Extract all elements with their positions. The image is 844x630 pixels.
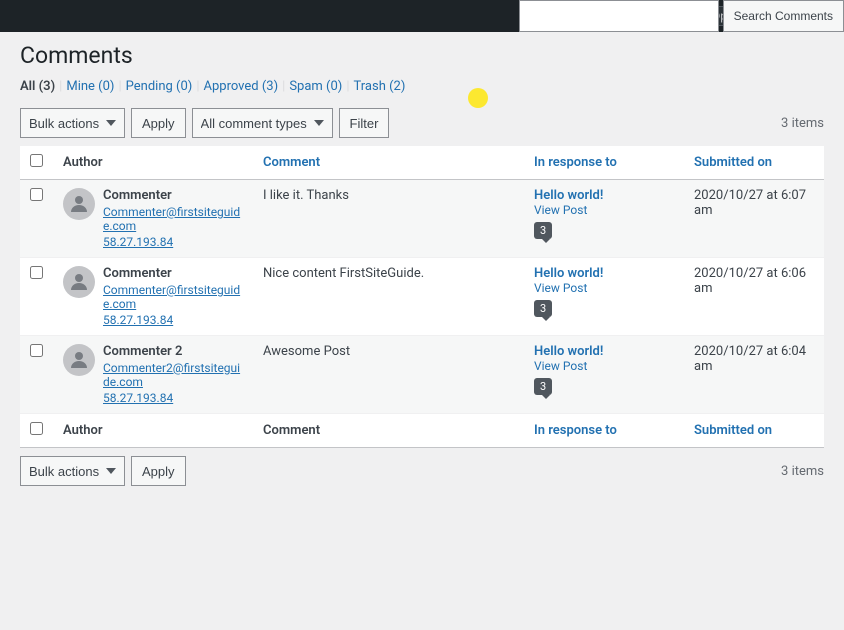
main-content: Comments Search Comments All (3) | Mine … xyxy=(0,32,844,506)
response-info: Hello world! View Post 3 xyxy=(534,188,674,239)
wp-admin: Screen Options ▾ Help ▾ Comments Search … xyxy=(0,0,844,630)
response-column-header[interactable]: In response to xyxy=(524,146,684,180)
user-icon xyxy=(67,270,91,294)
avatar xyxy=(63,188,95,220)
bulk-actions-select-top[interactable]: Bulk actions xyxy=(20,108,125,138)
avatar xyxy=(63,344,95,376)
avatar xyxy=(63,266,95,298)
view-post-link[interactable]: View Post xyxy=(534,359,587,373)
author-ip[interactable]: 58.27.193.84 xyxy=(103,391,243,405)
submitted-date: 2020/10/27 at 6:04 am xyxy=(694,344,806,374)
items-count-bottom: 3 items xyxy=(781,464,824,479)
user-icon xyxy=(67,192,91,216)
table-row: Commenter Commenter@firstsiteguide.com 5… xyxy=(20,258,824,336)
filter-links: All (3) | Mine (0) | Pending (0) | Appro… xyxy=(20,79,824,94)
row-checkbox-cell xyxy=(20,336,53,414)
table-row: Commenter Commenter@firstsiteguide.com 5… xyxy=(20,180,824,258)
row-checkbox-cell xyxy=(20,180,53,258)
bottom-toolbar: Bulk actions Apply 3 items xyxy=(20,456,824,486)
filter-button[interactable]: Filter xyxy=(339,108,390,138)
author-info: Commenter 2 Commenter2@firstsiteguide.co… xyxy=(103,344,243,405)
top-toolbar: Bulk actions Apply All comment types Fil… xyxy=(20,108,824,138)
submitted-date: 2020/10/27 at 6:07 am xyxy=(694,188,806,218)
row-checkbox[interactable] xyxy=(30,188,43,201)
submitted-date: 2020/10/27 at 6:06 am xyxy=(694,266,806,296)
response-cell: Hello world! View Post 3 xyxy=(524,336,684,414)
apply-button-top[interactable]: Apply xyxy=(131,108,186,138)
comment-text: Awesome Post xyxy=(263,340,350,359)
response-title-link[interactable]: Hello world! xyxy=(534,266,603,281)
author-info: Commenter Commenter@firstsiteguide.com 5… xyxy=(103,266,243,327)
author-email[interactable]: Commenter@firstsiteguide.com xyxy=(103,283,243,311)
response-cell: Hello world! View Post 3 xyxy=(524,180,684,258)
response-footer: In response to xyxy=(524,414,684,448)
items-count-top: 3 items xyxy=(781,116,824,131)
search-comments-button[interactable]: Search Comments xyxy=(723,0,844,32)
filter-mine[interactable]: Mine (0) xyxy=(66,79,114,94)
view-post-link[interactable]: View Post xyxy=(534,203,587,217)
response-title-link[interactable]: Hello world! xyxy=(534,344,603,359)
author-name: Commenter xyxy=(103,188,243,203)
view-post-link[interactable]: View Post xyxy=(534,281,587,295)
response-title-link[interactable]: Hello world! xyxy=(534,188,603,203)
search-area: Search Comments xyxy=(519,0,844,32)
filter-trash[interactable]: Trash (2) xyxy=(354,79,406,94)
comment-count-badge: 3 xyxy=(534,300,552,317)
page-title: Comments xyxy=(20,42,133,69)
select-all-checkbox-footer[interactable] xyxy=(30,422,43,435)
comment-cell: I like it. Thanks xyxy=(253,180,524,258)
row-checkbox[interactable] xyxy=(30,344,43,357)
author-ip[interactable]: 58.27.193.84 xyxy=(103,235,243,249)
select-all-header[interactable] xyxy=(20,146,53,180)
submitted-column-header[interactable]: Submitted on xyxy=(684,146,824,180)
bulk-actions-select-bottom[interactable]: Bulk actions xyxy=(20,456,125,486)
table-header-row: Author Comment In response to Submitted … xyxy=(20,146,824,180)
comment-footer: Comment xyxy=(253,414,524,448)
response-cell: Hello world! View Post 3 xyxy=(524,258,684,336)
author-email[interactable]: Commenter2@firstsiteguide.com xyxy=(103,361,243,389)
row-checkbox[interactable] xyxy=(30,266,43,279)
comment-cell: Awesome Post xyxy=(253,336,524,414)
comment-count-badge: 3 xyxy=(534,378,552,395)
comment-text: Nice content FirstSiteGuide. xyxy=(263,262,424,281)
comment-text: I like it. Thanks xyxy=(263,184,349,203)
search-input[interactable] xyxy=(519,0,719,32)
author-cell: Commenter 2 Commenter2@firstsiteguide.co… xyxy=(53,336,253,414)
filter-pending[interactable]: Pending (0) xyxy=(126,79,193,94)
select-all-checkbox[interactable] xyxy=(30,154,43,167)
author-ip[interactable]: 58.27.193.84 xyxy=(103,313,243,327)
comment-types-select[interactable]: All comment types xyxy=(192,108,333,138)
author-info: Commenter Commenter@firstsiteguide.com 5… xyxy=(103,188,243,249)
response-info: Hello world! View Post 3 xyxy=(534,266,674,317)
response-info: Hello world! View Post 3 xyxy=(534,344,674,395)
select-all-footer[interactable] xyxy=(20,414,53,448)
filter-spam[interactable]: Spam (0) xyxy=(289,79,342,94)
submitted-cell: 2020/10/27 at 6:07 am xyxy=(684,180,824,258)
author-name: Commenter 2 xyxy=(103,344,243,359)
row-checkbox-cell xyxy=(20,258,53,336)
author-column-header[interactable]: Author xyxy=(53,146,253,180)
comment-count-badge: 3 xyxy=(534,222,552,239)
submitted-cell: 2020/10/27 at 6:04 am xyxy=(684,336,824,414)
author-name: Commenter xyxy=(103,266,243,281)
apply-button-bottom[interactable]: Apply xyxy=(131,456,186,486)
author-cell: Commenter Commenter@firstsiteguide.com 5… xyxy=(53,258,253,336)
author-cell: Commenter Commenter@firstsiteguide.com 5… xyxy=(53,180,253,258)
user-icon xyxy=(67,348,91,372)
comment-cell: Nice content FirstSiteGuide. xyxy=(253,258,524,336)
author-email[interactable]: Commenter@firstsiteguide.com xyxy=(103,205,243,233)
comment-column-header: Comment xyxy=(253,146,524,180)
author-footer: Author xyxy=(53,414,253,448)
submitted-cell: 2020/10/27 at 6:06 am xyxy=(684,258,824,336)
table-row: Commenter 2 Commenter2@firstsiteguide.co… xyxy=(20,336,824,414)
filter-approved[interactable]: Approved (3) xyxy=(204,79,279,94)
filter-all[interactable]: All (3) xyxy=(20,79,55,94)
comments-table: Author Comment In response to Submitted … xyxy=(20,146,824,448)
submitted-footer: Submitted on xyxy=(684,414,824,448)
table-footer-row: Author Comment In response to Submitted … xyxy=(20,414,824,448)
